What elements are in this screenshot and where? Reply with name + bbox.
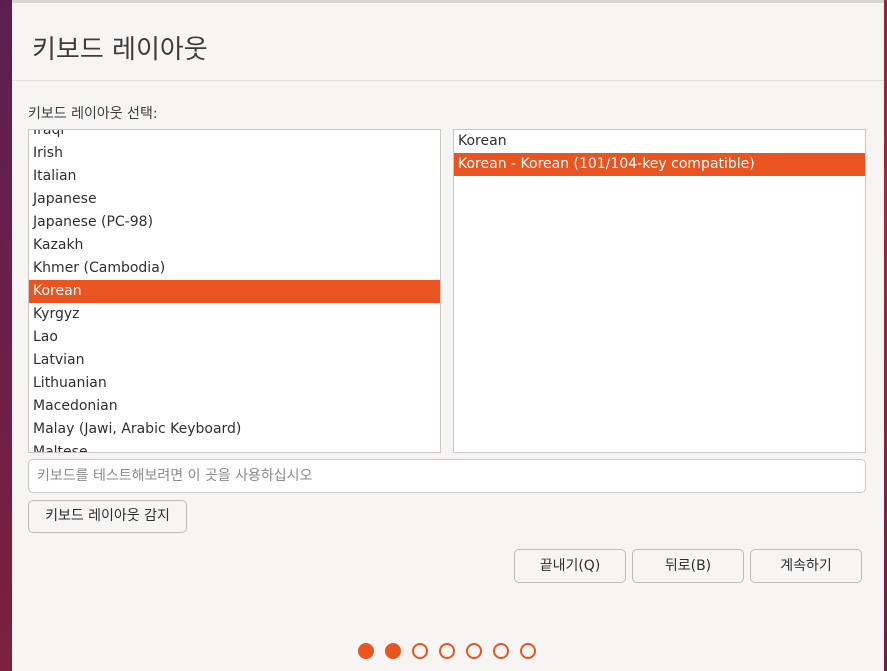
layout-list-item[interactable]: Japanese [29,188,440,211]
keyboard-variant-list-items: Korean Korean - Korean (101/104-key compa… [454,130,865,176]
layout-list-item[interactable]: Italian [29,165,440,188]
progress-dot-complete [358,643,374,659]
keyboard-test-input[interactable] [28,459,866,493]
keyboard-layout-list[interactable]: Iraqi Irish Italian Japanese Japanese (PC-98… [28,129,441,453]
variant-list-item-selected[interactable]: Korean - Korean (101/104-key compatible) [454,153,865,176]
layout-list-item[interactable]: Kazakh [29,234,440,257]
layout-list-item[interactable]: Irish [29,142,440,165]
keyboard-variant-list[interactable]: Korean Korean - Korean (101/104-key compa… [453,129,866,453]
quit-button[interactable]: 끝내기(Q) [514,549,626,583]
layout-list-item[interactable]: Latvian [29,349,440,372]
page-title: 키보드 레이아웃 [32,35,208,65]
layout-list-item[interactable]: Kyrgyz [29,303,440,326]
progress-dot-pending [493,643,509,659]
progress-dot-pending [439,643,455,659]
layout-list-item[interactable]: Khmer (Cambodia) [29,257,440,280]
layout-list-item[interactable]: Lao [29,326,440,349]
continue-button[interactable]: 계속하기 [750,549,862,583]
header: 키보드 레이아웃 [12,3,884,81]
content-area: 키보드 레이아웃 선택: Iraqi Irish Italian Japanese Ja… [12,81,884,671]
detect-layout-button[interactable]: 키보드 레이아웃 감지 [28,500,187,533]
progress-dot-pending [520,643,536,659]
back-button[interactable]: 뒤로(B) [632,549,744,583]
progress-indicator [358,643,536,659]
layout-list-item[interactable]: Japanese (PC-98) [29,211,440,234]
layout-list-item[interactable]: Malay (Jawi, Arabic Keyboard) [29,418,440,441]
progress-dot-pending [412,643,428,659]
layout-section-label: 키보드 레이아웃 선택: [28,106,158,122]
layout-list-item[interactable]: Macedonian [29,395,440,418]
variant-list-item[interactable]: Korean [454,130,865,153]
layout-list-item[interactable]: Iraqi [29,130,440,142]
installer-window: 키보드 레이아웃 키보드 레이아웃 선택: Iraqi Irish Italian J… [12,0,884,671]
layout-list-item[interactable]: Lithuanian [29,372,440,395]
keyboard-layout-list-items: Iraqi Irish Italian Japanese Japanese (PC-98… [29,130,440,452]
progress-dot-complete [385,643,401,659]
progress-dot-pending [466,643,482,659]
layout-list-item[interactable]: Maltese [29,441,440,452]
layout-list-item-selected[interactable]: Korean [29,280,440,303]
